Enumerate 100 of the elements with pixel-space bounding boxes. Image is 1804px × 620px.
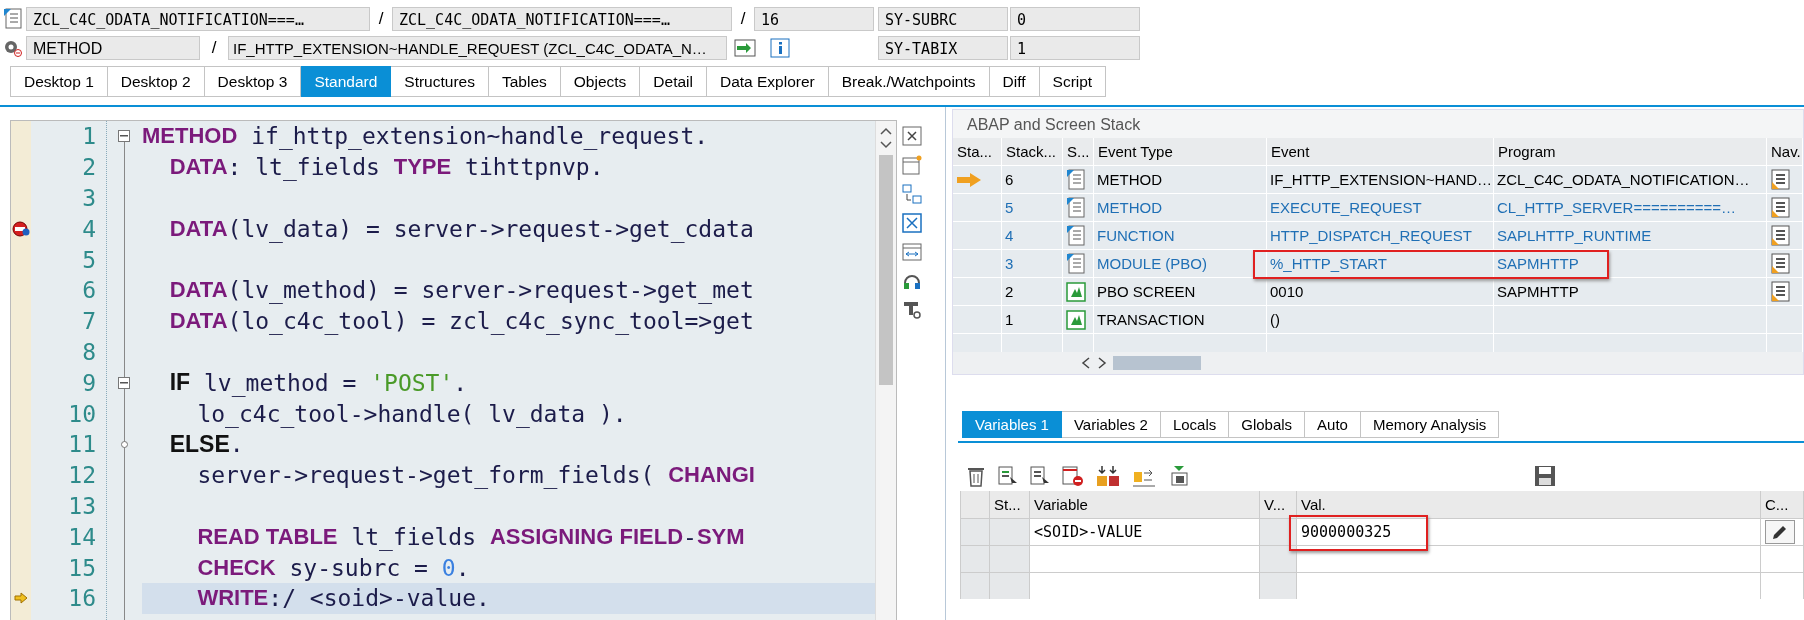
swap-icon[interactable]	[902, 184, 922, 204]
separator-text: /	[377, 9, 385, 29]
scrollbar-thumb[interactable]	[1113, 356, 1201, 370]
line-number: 5	[82, 246, 96, 273]
tab[interactable]: Standard	[301, 66, 392, 97]
table-cell: ZCL_C4C_ODATA_NOTIFICATION…	[1497, 171, 1750, 188]
keyword: WRITE	[197, 585, 269, 612]
tab[interactable]: Script	[1039, 66, 1107, 97]
document-icon[interactable]	[1770, 167, 1792, 192]
source-icon	[1066, 196, 1086, 219]
table-cell: METHOD	[1097, 199, 1162, 216]
column-header[interactable]: Val.	[1297, 491, 1761, 518]
scroll-down-icon[interactable]	[880, 141, 892, 149]
line-number: 8	[82, 338, 96, 365]
code-text: -	[683, 523, 697, 550]
scroll-up-icon[interactable]	[880, 127, 892, 135]
insert-row-icon[interactable]	[998, 465, 1018, 487]
line-number: 13	[68, 492, 96, 519]
table-cell: PBO SCREEN	[1097, 283, 1196, 300]
line-number: 12	[68, 462, 96, 489]
tab[interactable]: Memory Analysis	[1360, 411, 1500, 438]
export-icon[interactable]	[1168, 465, 1190, 487]
tab[interactable]: Variables 2	[1061, 411, 1161, 438]
column-header[interactable]: St...	[990, 491, 1030, 518]
tab[interactable]: Objects	[560, 66, 641, 97]
line-number: 7	[82, 308, 96, 335]
code-text: lo_c4c_tool->handle( lv_data ).	[197, 400, 627, 427]
keyword: METHOD	[142, 123, 238, 150]
edit-button[interactable]	[1765, 520, 1795, 544]
keyword: DATA	[169, 277, 228, 304]
delete-row-icon[interactable]	[1062, 465, 1084, 487]
save-icon[interactable]	[1534, 465, 1556, 487]
tab[interactable]: Desktop 1	[10, 66, 108, 97]
field-name: SY-SUBRC	[878, 7, 1008, 31]
code-text: .	[453, 369, 468, 396]
document-icon[interactable]	[1770, 223, 1792, 248]
tool-icon[interactable]	[902, 300, 922, 320]
document-icon[interactable]	[3, 8, 23, 30]
keyword: CHANGI	[668, 462, 755, 489]
scrollbar-thumb[interactable]	[879, 155, 893, 385]
tab[interactable]: Variables 1	[962, 411, 1062, 438]
collapse-icon[interactable]	[118, 130, 130, 143]
scroll-left-icon[interactable]	[1081, 357, 1091, 369]
line-number: 16	[68, 585, 96, 612]
close-icon[interactable]	[902, 126, 922, 146]
tree-screen-icon	[1066, 280, 1086, 303]
tab[interactable]: Auto	[1305, 411, 1361, 438]
table-cell: <SOID>-VALUE	[1034, 523, 1143, 541]
table-cell: FUNCTION	[1097, 227, 1175, 244]
select-row-icon[interactable]	[1030, 465, 1050, 487]
tab[interactable]: Structures	[391, 66, 489, 97]
tab[interactable]: Break./Watchpoints	[828, 66, 990, 97]
document-icon[interactable]	[1770, 251, 1792, 276]
gear-icon[interactable]	[3, 38, 23, 58]
table-cell: IF_HTTP_EXTENSION~HAND…	[1270, 171, 1493, 188]
code-text: (lv_data) = server->request->get_cdata	[227, 215, 754, 242]
line-number: 9	[82, 369, 96, 396]
tab[interactable]: Locals	[1160, 411, 1230, 438]
column-header[interactable]: V...	[1260, 491, 1297, 518]
keyword: ASSIGNING FIELD	[489, 523, 683, 550]
table-cell: TRANSACTION	[1097, 311, 1205, 328]
tab[interactable]: Desktop 2	[107, 66, 205, 97]
document-icon[interactable]	[1770, 279, 1792, 304]
transfer-icon[interactable]	[734, 38, 756, 58]
code-text: .	[229, 431, 244, 458]
info-icon[interactable]	[770, 38, 790, 58]
line-number: 3	[82, 185, 96, 211]
tab[interactable]: Globals	[1229, 411, 1306, 438]
breakpoint-icon[interactable]	[12, 220, 30, 237]
keyword: DATA	[169, 215, 228, 242]
source-icon	[1066, 168, 1086, 191]
keyword: DATA	[169, 308, 228, 335]
tab[interactable]: Data Explorer	[706, 66, 829, 97]
table-cell: 1	[1005, 311, 1014, 328]
resize-icon[interactable]	[902, 242, 922, 262]
column-header[interactable]: C...	[1761, 491, 1804, 518]
keyword: IF	[169, 369, 191, 397]
document-icon[interactable]	[1770, 195, 1792, 220]
column-header[interactable]: Variable	[1030, 491, 1260, 518]
code-text: tihttpnvp.	[465, 154, 604, 181]
tab[interactable]: Desktop 3	[204, 66, 302, 97]
table-cell: SAPMHTTP	[1497, 255, 1579, 272]
trash-icon[interactable]	[966, 465, 986, 487]
tab[interactable]: Diff	[989, 66, 1040, 97]
scroll-right-icon[interactable]	[1097, 357, 1107, 369]
table-cell: SAPMHTTP	[1497, 283, 1579, 300]
merge-icon[interactable]	[1096, 465, 1120, 487]
line-number: 6	[82, 277, 96, 304]
table-cell: 5	[1005, 199, 1014, 216]
event-type-field: METHOD	[26, 36, 200, 60]
maximize-icon[interactable]	[902, 213, 922, 233]
tab[interactable]: Detail	[640, 66, 707, 97]
scrollbar[interactable]	[875, 121, 896, 620]
table-cell: SAPLHTTP_RUNTIME	[1497, 227, 1652, 244]
scrollbar[interactable]	[953, 352, 1803, 374]
collapse-icon[interactable]	[118, 376, 130, 389]
tab[interactable]: Tables	[488, 66, 561, 97]
table-cell: HTTP_DISPATCH_REQUEST	[1270, 227, 1472, 244]
line-number: 15	[68, 554, 96, 581]
source-icon	[1066, 224, 1086, 247]
